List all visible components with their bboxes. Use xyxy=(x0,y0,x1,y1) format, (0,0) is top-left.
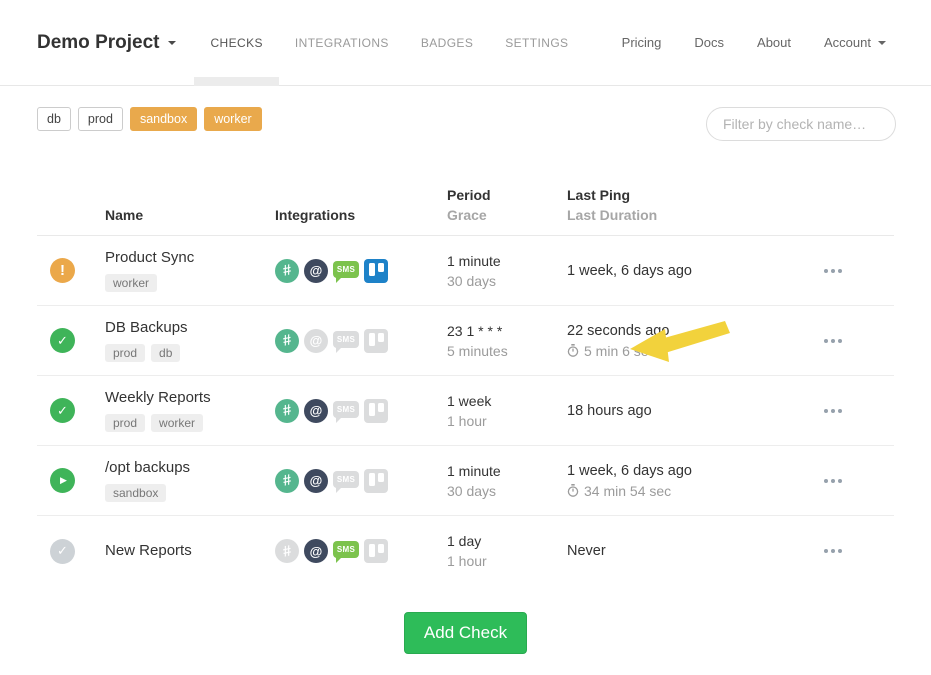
nav-link-about[interactable]: About xyxy=(757,35,791,50)
nav-link-docs[interactable]: Docs xyxy=(694,35,724,50)
last-ping-value: 22 seconds ago xyxy=(567,323,790,339)
checks-page: Demo Project CHECKS INTEGRATIONS BADGES … xyxy=(0,0,931,675)
email-icon xyxy=(304,469,328,493)
trello-icon xyxy=(364,329,388,353)
trello-icon xyxy=(364,259,388,283)
row-menu-button[interactable] xyxy=(820,543,846,559)
caret-down-icon xyxy=(878,41,886,49)
grace-value: 1 hour xyxy=(447,551,567,571)
check-name-link[interactable]: Weekly Reports xyxy=(105,389,211,406)
slack-icon xyxy=(275,469,299,493)
sms-icon: SMS xyxy=(333,401,359,418)
last-duration-value: 5 min 6 sec xyxy=(584,343,656,359)
check-name-link[interactable]: Product Sync xyxy=(105,249,194,266)
slack-icon xyxy=(275,259,299,283)
period-value: 1 day xyxy=(447,531,567,551)
table-row: Product Sync worker SMS 1 minute 30 days… xyxy=(37,236,894,306)
slack-icon xyxy=(275,329,299,353)
nav-tabs: CHECKS INTEGRATIONS BADGES SETTINGS xyxy=(194,0,584,85)
tag-filter-db[interactable]: db xyxy=(37,107,71,131)
period-value: 1 minute xyxy=(447,251,567,271)
slack-icon xyxy=(275,399,299,423)
grace-value: 30 days xyxy=(447,481,567,501)
tag-filter-prod[interactable]: prod xyxy=(78,107,123,131)
check-tag: sandbox xyxy=(105,484,166,502)
filter-toolbar: db prod sandbox worker xyxy=(0,86,931,141)
header-integrations: Integrations xyxy=(275,205,447,225)
check-tag: prod xyxy=(105,414,145,432)
status-icon xyxy=(50,398,75,423)
slack-icon xyxy=(275,539,299,563)
email-icon xyxy=(304,399,328,423)
status-icon xyxy=(50,468,75,493)
row-menu-button[interactable] xyxy=(820,473,846,489)
check-tag: worker xyxy=(105,274,157,292)
account-label: Account xyxy=(824,35,871,50)
tag-filter-group: db prod sandbox worker xyxy=(37,107,262,131)
check-tag: worker xyxy=(151,414,203,432)
period-value: 1 minute xyxy=(447,461,567,481)
trello-icon xyxy=(364,399,388,423)
stopwatch-icon xyxy=(567,484,579,497)
period-value: 23 1 * * * xyxy=(447,321,567,341)
tag-filter-sandbox[interactable]: sandbox xyxy=(130,107,197,131)
row-menu-button[interactable] xyxy=(820,263,846,279)
sms-icon: SMS xyxy=(333,541,359,558)
last-ping-value: 1 week, 6 days ago xyxy=(567,263,790,279)
check-name-filter-input[interactable] xyxy=(706,107,896,141)
trello-icon xyxy=(364,469,388,493)
check-name-link[interactable]: New Reports xyxy=(105,542,192,559)
check-name-link[interactable]: /opt backups xyxy=(105,459,190,476)
grace-value: 5 minutes xyxy=(447,341,567,361)
table-row: /opt backups sandbox SMS 1 minute 30 day… xyxy=(37,446,894,516)
check-tag: db xyxy=(151,344,180,362)
last-duration-value: 34 min 54 sec xyxy=(584,483,671,499)
checks-table: Name Integrations Period Grace Last Ping… xyxy=(37,185,894,586)
tab-integrations[interactable]: INTEGRATIONS xyxy=(279,0,405,85)
grace-value: 1 hour xyxy=(447,411,567,431)
stopwatch-icon xyxy=(567,344,579,357)
grace-value: 30 days xyxy=(447,271,567,291)
tab-checks[interactable]: CHECKS xyxy=(194,0,278,85)
row-menu-button[interactable] xyxy=(820,333,846,349)
table-header: Name Integrations Period Grace Last Ping… xyxy=(37,185,894,236)
check-name-link[interactable]: DB Backups xyxy=(105,319,188,336)
project-name: Demo Project xyxy=(37,32,159,54)
table-row: DB Backups prod db SMS 23 1 * * * 5 minu… xyxy=(37,306,894,376)
tab-badges[interactable]: BADGES xyxy=(405,0,489,85)
status-icon xyxy=(50,258,75,283)
caret-down-icon xyxy=(168,41,176,49)
trello-icon xyxy=(364,539,388,563)
status-icon xyxy=(50,539,75,564)
sms-icon: SMS xyxy=(333,471,359,488)
status-icon xyxy=(50,328,75,353)
add-check-button[interactable]: Add Check xyxy=(404,612,527,654)
last-ping-value: 1 week, 6 days ago xyxy=(567,463,790,479)
row-menu-button[interactable] xyxy=(820,403,846,419)
header-name: Name xyxy=(105,205,275,225)
email-icon xyxy=(304,329,328,353)
check-tag: prod xyxy=(105,344,145,362)
tab-settings[interactable]: SETTINGS xyxy=(489,0,584,85)
secondary-nav: Pricing Docs About Account xyxy=(622,35,886,50)
period-value: 1 week xyxy=(447,391,567,411)
nav-link-pricing[interactable]: Pricing xyxy=(622,35,662,50)
table-row: Weekly Reports prod worker SMS 1 week 1 … xyxy=(37,376,894,446)
last-ping-value: 18 hours ago xyxy=(567,403,790,419)
email-icon xyxy=(304,259,328,283)
tag-filter-worker[interactable]: worker xyxy=(204,107,262,131)
header-lastping-duration: Last Ping Last Duration xyxy=(567,185,790,225)
last-ping-value: Never xyxy=(567,543,790,559)
top-nav: Demo Project CHECKS INTEGRATIONS BADGES … xyxy=(0,0,931,86)
email-icon xyxy=(304,539,328,563)
project-switcher[interactable]: Demo Project xyxy=(37,32,176,54)
header-period-grace: Period Grace xyxy=(447,185,567,225)
sms-icon: SMS xyxy=(333,331,359,348)
table-row: New Reports SMS 1 day 1 hour Never xyxy=(37,516,894,586)
sms-icon: SMS xyxy=(333,261,359,278)
account-menu[interactable]: Account xyxy=(824,35,886,50)
